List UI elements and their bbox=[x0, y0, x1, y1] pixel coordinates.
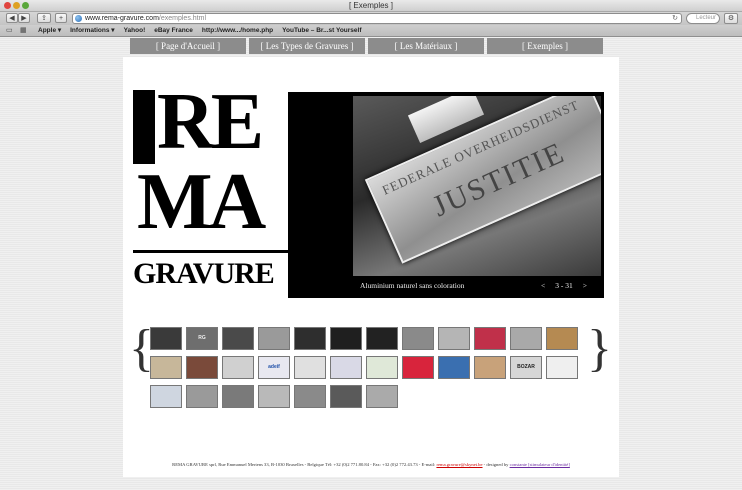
engraved-plate: FEDERALE OVERHEIDSDIENST JUSTITIE bbox=[364, 96, 601, 264]
gallery-thumbnail[interactable] bbox=[150, 356, 182, 379]
site-footer: REMA GRAVURE sprl, Rue Emmanuel Mertens … bbox=[123, 462, 619, 467]
address-bar[interactable]: www.rema-gravure.com/exemples.html ↻ bbox=[72, 13, 682, 24]
gallery-thumbnail[interactable]: adeif bbox=[258, 356, 290, 379]
gallery-thumbnail[interactable] bbox=[510, 327, 542, 350]
gallery-right-bracket: } bbox=[587, 320, 612, 377]
window-title: [ Exemples ] bbox=[348, 1, 393, 10]
gallery-thumbnail[interactable] bbox=[402, 327, 434, 350]
footer-designed-by: - designed by bbox=[482, 462, 509, 467]
gallery-thumbnail[interactable] bbox=[258, 385, 290, 408]
bookmarks-bar: ▭ ▦ Apple ▾ Informations ▾ Yahoo! eBay F… bbox=[0, 25, 742, 37]
plate-line2: JUSTITIE bbox=[427, 135, 571, 224]
share-button[interactable]: ⇪ bbox=[37, 13, 51, 23]
url-host: www.rema-gravure.com bbox=[85, 15, 159, 22]
bookmark-item[interactable]: eBay France bbox=[154, 25, 193, 36]
reading-list-icon[interactable]: ▭ bbox=[6, 27, 14, 34]
back-button[interactable]: ◀ bbox=[6, 13, 18, 23]
gallery-thumbnail[interactable] bbox=[330, 385, 362, 408]
content-panel: RE MA GRAVURE FEDERALE OVERHEIDSDIENST J… bbox=[123, 57, 619, 477]
site-navigation: [ Page d'Accueil ] [ Les Types de Gravur… bbox=[130, 38, 603, 54]
web-page: [ Page d'Accueil ] [ Les Types de Gravur… bbox=[0, 37, 742, 490]
slideshow: FEDERALE OVERHEIDSDIENST JUSTITIE Alumin… bbox=[288, 92, 604, 298]
gallery-thumbnail[interactable] bbox=[402, 356, 434, 379]
gallery-thumbnail[interactable] bbox=[438, 356, 470, 379]
reader-button[interactable]: Lecteur bbox=[686, 13, 720, 24]
window-titlebar: [ Exemples ] bbox=[0, 0, 742, 12]
gallery-thumbnail[interactable] bbox=[150, 327, 182, 350]
footer-email-link[interactable]: rema.gravure@skynet.be bbox=[436, 462, 482, 467]
gallery-thumbnail[interactable] bbox=[330, 356, 362, 379]
gallery-thumbnail[interactable] bbox=[474, 356, 506, 379]
gallery-thumbnail[interactable] bbox=[294, 327, 326, 350]
bookmark-item[interactable]: Apple ▾ bbox=[38, 25, 61, 36]
gallery-thumbnail[interactable] bbox=[438, 327, 470, 350]
gallery-thumbnail[interactable] bbox=[150, 385, 182, 408]
logo-block bbox=[133, 90, 155, 164]
gallery-thumbnail[interactable] bbox=[186, 356, 218, 379]
top-sites-icon[interactable]: ▦ bbox=[20, 27, 28, 34]
gallery-thumbnail[interactable] bbox=[366, 327, 398, 350]
slide-image[interactable]: FEDERALE OVERHEIDSDIENST JUSTITIE bbox=[353, 96, 601, 276]
gear-button[interactable]: ⚙ bbox=[724, 13, 738, 24]
tab-types-gravures[interactable]: [ Les Types de Gravures ] bbox=[249, 38, 365, 54]
rema-gravure-logo: RE MA GRAVURE bbox=[133, 90, 289, 296]
gallery-thumbnail[interactable] bbox=[186, 385, 218, 408]
bookmark-items: Apple ▾ Informations ▾ Yahoo! eBay Franc… bbox=[38, 25, 362, 36]
thumbnail-gallery: RG adeif BOZAR bbox=[150, 327, 578, 408]
bookmark-item[interactable]: YouTube – Br...st Yourself bbox=[282, 25, 361, 36]
add-tab-button[interactable]: + bbox=[55, 13, 67, 23]
footer-designer-link[interactable]: constante [stimulateur d'identité] bbox=[510, 462, 570, 467]
gallery-thumbnail[interactable] bbox=[366, 356, 398, 379]
footer-address: REMA GRAVURE sprl, Rue Emmanuel Mertens … bbox=[172, 462, 436, 467]
slide-caption: Aluminium naturel sans coloration bbox=[360, 281, 465, 290]
logo-line-ma: MA bbox=[137, 158, 266, 246]
gallery-thumbnail[interactable] bbox=[474, 327, 506, 350]
gallery-thumbnail[interactable] bbox=[366, 385, 398, 408]
gallery-thumbnail[interactable] bbox=[222, 356, 254, 379]
gallery-thumbnail[interactable] bbox=[294, 385, 326, 408]
bookmark-item[interactable]: http://www.../home.php bbox=[202, 25, 273, 36]
gallery-thumbnail[interactable] bbox=[546, 356, 578, 379]
gallery-thumbnail[interactable] bbox=[546, 327, 578, 350]
url-text[interactable]: www.rema-gravure.com/exemples.html bbox=[85, 14, 206, 23]
logo-line-gravure: GRAVURE bbox=[133, 257, 275, 290]
prev-slide-button[interactable]: < bbox=[541, 281, 545, 290]
next-slide-button[interactable]: > bbox=[583, 281, 587, 290]
logo-line-re: RE bbox=[157, 90, 264, 166]
gallery-thumbnail[interactable]: BOZAR bbox=[510, 356, 542, 379]
gallery-thumbnail[interactable] bbox=[330, 327, 362, 350]
tab-exemples[interactable]: [ Exemples ] bbox=[487, 38, 603, 54]
tab-page-accueil[interactable]: [ Page d'Accueil ] bbox=[130, 38, 246, 54]
bookmark-item[interactable]: Yahoo! bbox=[124, 25, 146, 36]
gallery-thumbnail[interactable] bbox=[222, 327, 254, 350]
gallery-thumbnail[interactable]: RG bbox=[186, 327, 218, 350]
tab-materiaux[interactable]: [ Les Matériaux ] bbox=[368, 38, 484, 54]
forward-button[interactable]: ▶ bbox=[18, 13, 30, 23]
browser-toolbar: ◀ ▶ ⇪ + www.rema-gravure.com/exemples.ht… bbox=[0, 12, 742, 25]
gallery-thumbnail[interactable] bbox=[258, 327, 290, 350]
bookmark-item[interactable]: Informations ▾ bbox=[70, 25, 114, 36]
gallery-thumbnail[interactable] bbox=[222, 385, 254, 408]
gallery-thumbnail[interactable] bbox=[294, 356, 326, 379]
slide-counter: 3 - 31 bbox=[555, 281, 573, 290]
slide-pager: < 3 - 31 > bbox=[541, 281, 587, 290]
reload-icon[interactable]: ↻ bbox=[672, 14, 678, 23]
logo-rule bbox=[133, 250, 289, 253]
globe-icon bbox=[75, 15, 82, 22]
url-path: /exemples.html bbox=[158, 15, 206, 22]
